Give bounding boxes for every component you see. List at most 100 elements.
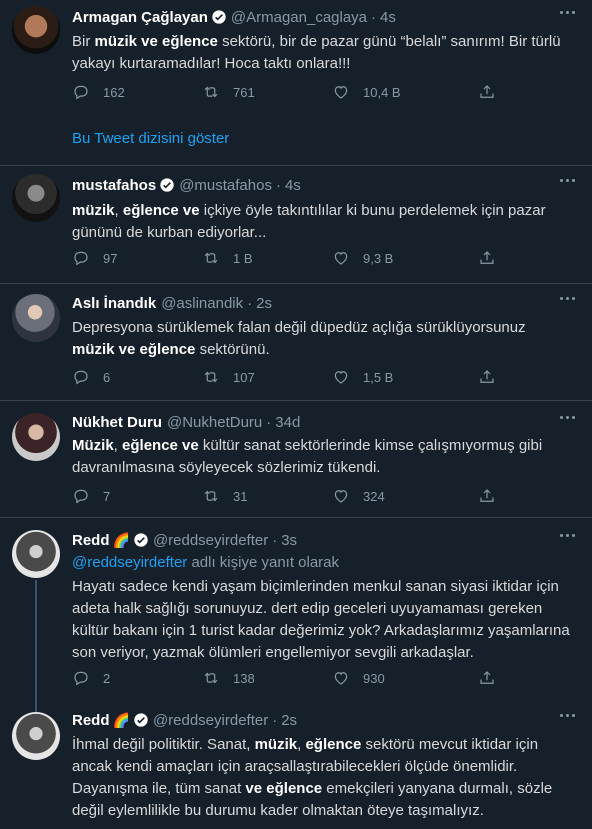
avatar[interactable]: [12, 174, 60, 222]
retweet-count: 107: [233, 369, 255, 385]
separator-dot: ·: [275, 176, 281, 194]
timestamp[interactable]: 2s: [256, 295, 272, 312]
reply-count: 7: [103, 488, 111, 504]
avatar[interactable]: [12, 413, 60, 461]
timestamp[interactable]: 3s: [281, 532, 297, 549]
retweet-button[interactable]: 31: [202, 486, 247, 506]
timestamp[interactable]: 4s: [285, 177, 301, 194]
more-options-icon[interactable]: [560, 415, 578, 421]
verified-icon: [133, 532, 149, 548]
timestamp[interactable]: 2s: [281, 712, 297, 729]
more-options-icon[interactable]: [560, 533, 578, 539]
tweet-actions: 162 761 10,4 B: [72, 82, 512, 102]
highlighted-keyword: müzik ve eğlence: [94, 33, 218, 50]
author-name[interactable]: Aslı İnandık: [72, 295, 156, 312]
author-handle[interactable]: @Armagan_caglaya: [231, 9, 367, 26]
timestamp[interactable]: 34d: [275, 414, 300, 431]
reply-button[interactable]: 6: [72, 367, 110, 387]
heart-icon: [334, 371, 348, 384]
thread-line: [35, 698, 37, 712]
like-button[interactable]: 9,3 B: [332, 248, 393, 268]
highlighted-keyword: müzik: [72, 202, 115, 219]
more-options-icon[interactable]: [560, 10, 578, 16]
reply-count: 2: [103, 670, 111, 686]
reply-button[interactable]: 2: [72, 668, 110, 688]
more-options-icon[interactable]: [560, 178, 578, 184]
share-icon: [480, 85, 494, 98]
more-options-icon[interactable]: [560, 713, 578, 719]
like-count: 1,5 B: [363, 369, 394, 385]
share-icon: [480, 671, 494, 684]
rainbow-emoji: 🌈: [112, 711, 130, 728]
reply-suffix: adlı kişiye yanıt olarak: [187, 554, 340, 571]
avatar[interactable]: [12, 294, 60, 342]
share-icon: [480, 251, 494, 264]
reply-button[interactable]: 97: [72, 248, 117, 268]
highlighted-keyword: müzik: [254, 736, 298, 753]
show-thread-link[interactable]: Bu Tweet dizisini göster: [72, 130, 229, 147]
avatar[interactable]: [12, 530, 60, 578]
heart-icon: [334, 86, 348, 99]
tweet-text-segment: Depresyona sürüklemek falan değil düpedü…: [72, 319, 526, 336]
timestamp[interactable]: 4s: [380, 9, 396, 26]
separator-dot: ·: [272, 531, 278, 549]
author-handle[interactable]: @reddseyirdefter: [153, 532, 268, 549]
more-options-icon[interactable]: [560, 296, 578, 302]
retweet-icon: [204, 371, 218, 383]
retweet-count: 31: [233, 488, 248, 504]
like-button[interactable]: 10,4 B: [332, 82, 401, 102]
tweet-asli-inandik[interactable]: Aslı İnandık @aslinandik · 2s Depresyona…: [0, 284, 592, 401]
retweet-icon: [204, 86, 218, 98]
like-button[interactable]: 930: [332, 668, 385, 688]
reply-button[interactable]: 7: [72, 486, 110, 506]
author-handle[interactable]: @mustafahos: [179, 177, 272, 194]
author-name[interactable]: Armagan Çağlayan: [72, 9, 208, 26]
author-handle[interactable]: @aslinandik: [161, 295, 243, 312]
share-icon: [480, 489, 494, 502]
tweet-text: İhmal değil politiktir. Sanat, müzik, eğ…: [72, 734, 572, 822]
retweet-button[interactable]: 107: [202, 367, 255, 387]
retweet-button[interactable]: 1 B: [202, 248, 253, 268]
tweet-redd-reply[interactable]: Redd 🌈 @reddseyirdefter · 3s @reddseyird…: [0, 518, 592, 698]
like-button[interactable]: 324: [332, 486, 385, 506]
retweet-icon: [204, 672, 218, 684]
share-button[interactable]: [478, 82, 496, 102]
tweet-actions: 97 1 B 9,3 B: [72, 248, 512, 268]
tweet-actions: 7 31 324: [72, 486, 512, 506]
verified-icon: [159, 177, 175, 193]
tweet-text-segment: İhmal değil politiktir. Sanat,: [72, 736, 255, 753]
author-name[interactable]: Nükhet Duru: [72, 414, 162, 431]
retweet-icon: [204, 252, 218, 264]
share-button[interactable]: [478, 367, 496, 387]
thread-line: [35, 580, 37, 698]
share-button[interactable]: [478, 486, 496, 506]
retweet-button[interactable]: 138: [202, 668, 255, 688]
share-icon: [480, 370, 494, 383]
author-handle[interactable]: @NukhetDuru: [167, 414, 262, 431]
author-name[interactable]: Redd: [72, 532, 110, 549]
highlighted-keyword: eğlence: [305, 736, 362, 753]
author-handle[interactable]: @reddseyirdefter: [153, 712, 268, 729]
reply-button[interactable]: 162: [72, 82, 125, 102]
share-button[interactable]: [478, 668, 496, 688]
reply-mention[interactable]: @reddseyirdefter: [72, 554, 187, 571]
like-count: 930: [363, 670, 385, 686]
like-button[interactable]: 1,5 B: [332, 367, 393, 387]
share-button[interactable]: [478, 248, 496, 268]
author-name[interactable]: Redd: [72, 712, 110, 729]
highlighted-keyword: müzik ve eğlence: [72, 341, 196, 358]
highlighted-keyword: eğlence ve: [122, 437, 199, 454]
tweet-armagan[interactable]: Armagan Çağlayan @Armagan_caglaya · 4s B…: [0, 0, 592, 166]
retweet-button[interactable]: 761: [202, 82, 255, 102]
avatar[interactable]: [12, 6, 60, 54]
tweet-redd-thread[interactable]: Redd 🌈 @reddseyirdefter · 2s İhmal değil…: [0, 698, 592, 829]
verified-icon: [211, 9, 227, 25]
like-count: 10,4 B: [363, 84, 401, 100]
separator-dot: ·: [272, 711, 278, 729]
tweet-nukhet-duru[interactable]: Nükhet Duru @NukhetDuru · 34d Müzik, eğl…: [0, 401, 592, 518]
avatar[interactable]: [12, 712, 60, 760]
tweet-text: Depresyona sürüklemek falan değil düpedü…: [72, 317, 572, 361]
author-name[interactable]: mustafahos: [72, 177, 156, 194]
tweet-mustafahos[interactable]: mustafahos @mustafahos · 4s müzik, eğlen…: [0, 166, 592, 284]
reply-icon: [74, 85, 88, 100]
